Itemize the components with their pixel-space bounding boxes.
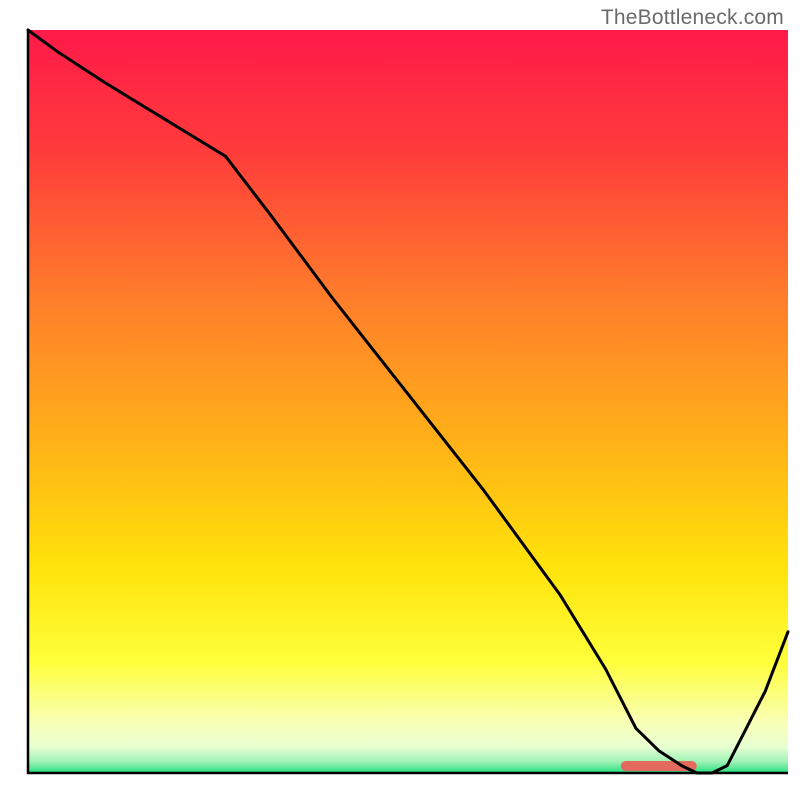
watermark-text: TheBottleneck.com [601, 6, 784, 30]
chart-container: TheBottleneck.com [0, 0, 800, 800]
bottleneck-chart [0, 0, 800, 800]
plot-background [28, 30, 788, 773]
